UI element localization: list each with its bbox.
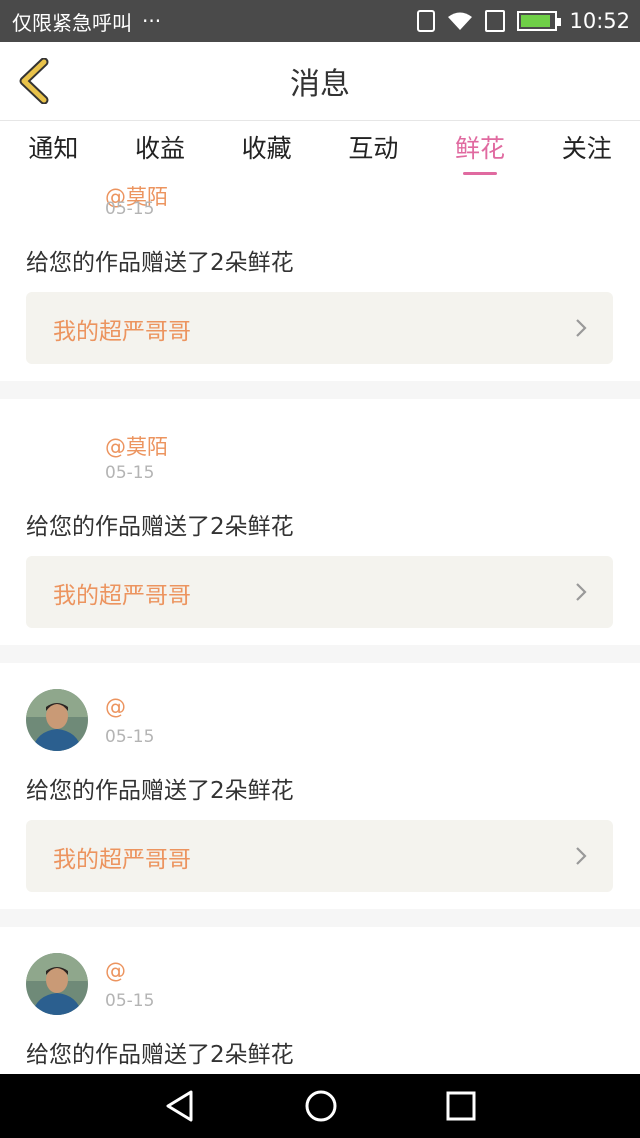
tab-favorites[interactable]: 收藏 [213, 121, 320, 179]
message-text: 给您的作品赠送了2朵鲜花 [26, 778, 294, 804]
more-notifications-icon: ··· [142, 9, 162, 33]
message-text: 给您的作品赠送了2朵鲜花 [26, 250, 294, 276]
message-text: 给您的作品赠送了2朵鲜花 [26, 1042, 294, 1068]
message-text: 给您的作品赠送了2朵鲜花 [26, 514, 294, 540]
avatar[interactable] [26, 689, 88, 751]
list-item: @莫陌 05-15 给您的作品赠送了2朵鲜花 我的超严哥哥 [0, 179, 640, 381]
system-nav-bar [0, 1074, 640, 1138]
back-triangle-icon[interactable] [164, 1089, 196, 1123]
avatar-image [26, 953, 88, 1015]
username[interactable]: @莫陌 [105, 431, 168, 461]
tab-flowers[interactable]: 鲜花 [427, 121, 534, 179]
avatar-image [26, 689, 88, 751]
page-title: 消息 [290, 67, 350, 102]
work-link[interactable]: 我的超严哥哥 [26, 820, 613, 892]
tab-bar: 通知 收益 收藏 互动 鲜花 关注 [0, 121, 640, 179]
carrier-text: 仅限紧急呼叫 [12, 10, 132, 35]
message-list[interactable]: @莫陌 05-15 给您的作品赠送了2朵鲜花 我的超严哥哥 @莫陌 05-15 … [0, 179, 640, 1074]
wifi-icon [448, 12, 473, 30]
tab-interactions[interactable]: 互动 [320, 121, 427, 179]
sim-icon [485, 10, 506, 32]
clock: 10:52 [569, 9, 630, 33]
recents-square-icon[interactable] [446, 1091, 476, 1121]
message-date: 05-15 [105, 463, 155, 483]
list-item: @莫陌 05-15 给您的作品赠送了2朵鲜花 我的超严哥哥 [0, 399, 640, 645]
username[interactable]: @ [105, 695, 126, 719]
list-item: @ 05-15 给您的作品赠送了2朵鲜花 我的超严哥哥 [0, 663, 640, 909]
message-date: 05-15 [105, 727, 155, 747]
list-item: @ 05-15 给您的作品赠送了2朵鲜花 [0, 927, 640, 1074]
work-link[interactable]: 我的超严哥哥 [26, 292, 613, 364]
username[interactable]: @ [105, 959, 126, 983]
tab-follows[interactable]: 关注 [533, 121, 640, 179]
message-date: 05-15 [105, 199, 155, 219]
tab-notifications[interactable]: 通知 [0, 121, 107, 179]
chevron-left-icon[interactable] [16, 58, 56, 104]
vibrate-icon [417, 10, 436, 32]
battery-icon [517, 11, 562, 31]
work-title: 我的超严哥哥 [53, 847, 191, 873]
work-title: 我的超严哥哥 [53, 319, 191, 345]
work-link[interactable]: 我的超严哥哥 [26, 556, 613, 628]
home-circle-icon[interactable] [304, 1089, 338, 1123]
status-bar: 仅限紧急呼叫 ··· 10:52 [0, 0, 640, 42]
message-date: 05-15 [105, 991, 155, 1011]
work-title: 我的超严哥哥 [53, 583, 191, 609]
chevron-right-icon [576, 583, 587, 601]
header: 消息 [0, 42, 640, 121]
chevron-right-icon [576, 847, 587, 865]
avatar[interactable] [26, 953, 88, 1015]
chevron-right-icon [576, 319, 587, 337]
tab-earnings[interactable]: 收益 [107, 121, 214, 179]
